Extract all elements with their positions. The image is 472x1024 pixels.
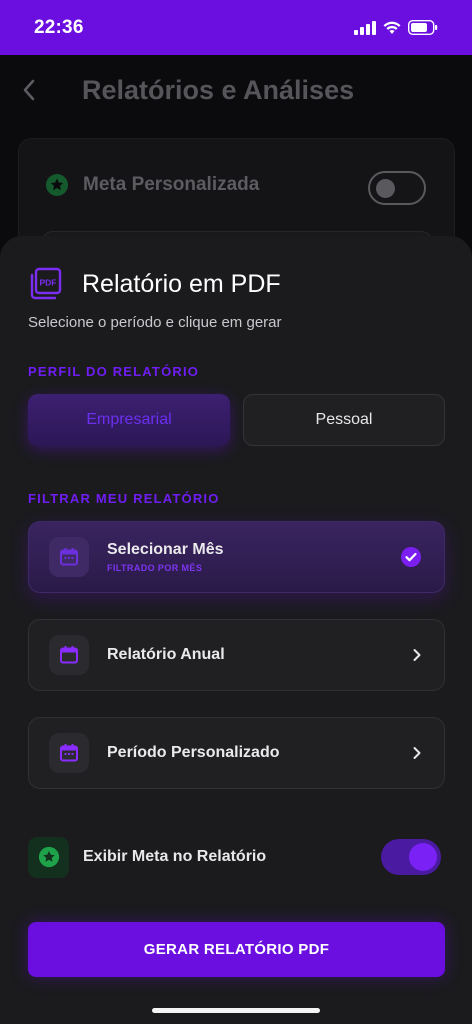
generate-pdf-button[interactable]: GERAR RELATÓRIO PDF: [28, 922, 445, 977]
pdf-icon: PDF: [30, 267, 62, 300]
background-meta-toggle[interactable]: [368, 171, 426, 205]
sheet-subtitle: Selecione o período e clique em gerar: [28, 314, 282, 331]
profile-option-pessoal[interactable]: Pessoal: [243, 394, 445, 446]
calendar-icon: [49, 635, 89, 675]
background-meta-row: Meta Personalizada: [45, 173, 259, 197]
filter-option-month[interactable]: Selecionar Mês FILTRADO POR MÊS: [28, 521, 445, 593]
home-indicator: [152, 1008, 320, 1013]
svg-text:PDF: PDF: [40, 278, 57, 288]
background-meta-label: Meta Personalizada: [83, 174, 260, 195]
chevron-right-icon: [412, 746, 422, 760]
sheet-title-row: PDF Relatório em PDF: [28, 266, 281, 302]
calendar-icon: [49, 733, 89, 773]
show-meta-label: Exibir Meta no Relatório: [83, 848, 267, 865]
filter-option-custom-texts: Período Personalizado: [107, 744, 279, 762]
filter-option-label: Relatório Anual: [107, 646, 225, 663]
profile-option-empresarial[interactable]: Empresarial: [28, 394, 230, 446]
show-meta-row: Exibir Meta no Relatório: [28, 836, 445, 878]
profile-section-label: PERFIL DO RELATÓRIO: [28, 364, 200, 379]
filter-option-annual[interactable]: Relatório Anual: [28, 619, 445, 691]
page-title: Relatórios e Análises: [82, 74, 355, 105]
show-meta-toggle[interactable]: [381, 839, 441, 875]
calendar-icon: [49, 537, 89, 577]
battery-icon: [408, 20, 438, 35]
filter-option-sublabel: FILTRADO POR MÊS: [107, 563, 203, 573]
wifi-icon: [383, 21, 401, 34]
sheet-title: Relatório em PDF: [82, 269, 281, 298]
check-circle-icon: [400, 546, 422, 568]
signal-icon: [354, 20, 376, 35]
back-chevron-icon[interactable]: [22, 79, 44, 101]
filter-section-label: FILTRAR MEU RELATÓRIO: [28, 491, 220, 506]
status-icons: [354, 20, 438, 35]
star-badge-icon: [46, 174, 68, 196]
status-time: 22:36: [34, 16, 84, 38]
filter-option-month-texts: Selecionar Mês FILTRADO POR MÊS: [107, 541, 224, 573]
pdf-report-sheet: PDF Relatório em PDF Selecione o período…: [0, 236, 472, 1024]
chevron-right-icon: [412, 648, 422, 662]
app-header: Relatórios e Análises: [0, 55, 472, 125]
star-badge-icon: [28, 836, 69, 878]
filter-option-custom-period[interactable]: Período Personalizado: [28, 717, 445, 789]
filter-option-annual-texts: Relatório Anual: [107, 646, 225, 664]
status-bar: 22:36: [0, 0, 472, 55]
filter-option-label: Período Personalizado: [107, 744, 280, 761]
filter-option-label: Selecionar Mês: [107, 541, 224, 558]
